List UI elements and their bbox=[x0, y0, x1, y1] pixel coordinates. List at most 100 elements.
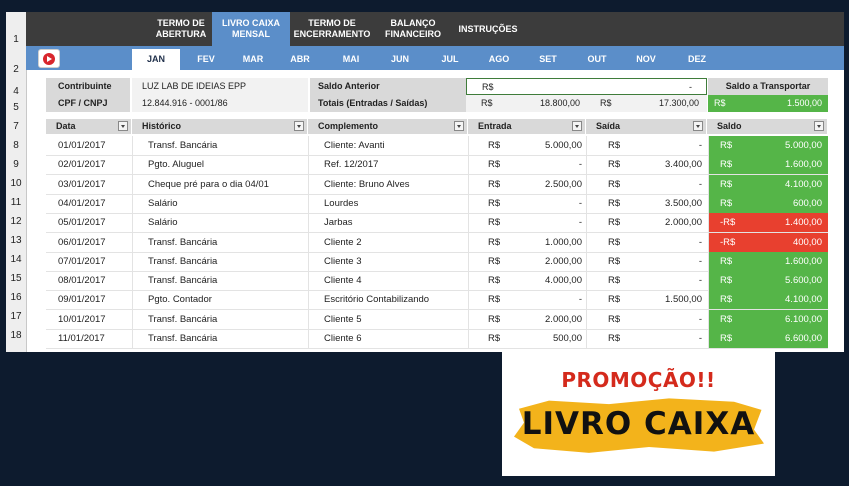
grid-line bbox=[586, 290, 587, 310]
saldo-value: 1.400,00 bbox=[785, 217, 822, 229]
cell-data: 10/01/2017 bbox=[58, 313, 106, 325]
table-row[interactable]: 11/01/2017 Transf. Bancária Cliente 6 R$ 500… bbox=[46, 329, 828, 349]
cell-saldo: R$ 600,00 bbox=[708, 193, 828, 213]
cell-data: 07/01/2017 bbox=[58, 255, 106, 267]
table-row[interactable]: 03/01/2017 Cheque pré para o dia 04/01 Cli… bbox=[46, 174, 828, 195]
saldo-anterior-currency: R$ bbox=[482, 82, 494, 92]
grid-line bbox=[308, 174, 309, 194]
tab-month-set[interactable]: SET bbox=[528, 49, 568, 70]
grid-line bbox=[708, 193, 709, 213]
row-number: 5 bbox=[13, 102, 19, 113]
table-row[interactable]: 05/01/2017 Salário Jarbas R$ - R$ 2.000,00 -R$ 1… bbox=[46, 213, 828, 234]
grid-line bbox=[132, 251, 133, 271]
table-row[interactable]: 06/01/2017 Transf. Bancária Cliente 2 R$ 1.0… bbox=[46, 232, 828, 253]
cell-saida-currency: R$ bbox=[608, 255, 621, 267]
promo-banner[interactable]: PROMOÇÃO!! LIVRO CAIXA bbox=[502, 352, 775, 476]
grid-line bbox=[708, 213, 709, 233]
totais-label: Totais (Entradas / Saídas) bbox=[310, 95, 466, 112]
nav-termo-abertura[interactable]: TERMO DE ABERTURA bbox=[144, 12, 218, 46]
table-row[interactable]: 09/01/2017 Pgto. Contador Escritório Conta… bbox=[46, 290, 828, 311]
table-row[interactable]: 10/01/2017 Transf. Bancária Cliente 5 R$ 2.0… bbox=[46, 309, 828, 330]
tab-month-mar[interactable]: MAR bbox=[233, 49, 273, 70]
row-number: 17 bbox=[10, 311, 22, 322]
saldo-currency: -R$ bbox=[720, 236, 736, 248]
saldo-currency: R$ bbox=[720, 178, 733, 190]
header-complemento: Complemento bbox=[308, 119, 468, 134]
cell-saida-currency: R$ bbox=[608, 159, 621, 171]
saldo-value: 4.100,00 bbox=[785, 294, 822, 306]
tab-month-out[interactable]: OUT bbox=[577, 49, 617, 70]
grid-line bbox=[708, 174, 709, 194]
nav-livro-caixa-mensal[interactable]: LIVRO CAIXA MENSAL bbox=[212, 12, 290, 46]
dropdown-filter-icon[interactable] bbox=[572, 121, 582, 131]
saldo-currency: R$ bbox=[720, 313, 733, 325]
cell-historico: Transf. Bancária bbox=[148, 333, 218, 344]
grid-line bbox=[308, 193, 309, 213]
dropdown-filter-icon[interactable] bbox=[693, 121, 703, 131]
grid-line bbox=[586, 155, 587, 175]
tab-month-nov[interactable]: NOV bbox=[626, 49, 666, 70]
grid-line bbox=[468, 271, 469, 291]
nav-balanco-financeiro[interactable]: BALANÇO FINANCEIRO bbox=[378, 12, 448, 46]
header-saida: Saída bbox=[586, 119, 707, 134]
grid-line bbox=[308, 290, 309, 310]
tab-month-ago[interactable]: AGO bbox=[479, 49, 519, 70]
cell-saida-currency: R$ bbox=[608, 217, 621, 229]
cell-complemento: Lourdes bbox=[324, 197, 359, 209]
cell-entrada-currency: R$ bbox=[488, 217, 501, 229]
cell-historico: Transf. Bancária bbox=[148, 255, 218, 267]
grid-line bbox=[708, 251, 709, 271]
tab-month-jan[interactable]: JAN bbox=[132, 49, 180, 70]
tab-month-jul[interactable]: JUL bbox=[430, 49, 470, 70]
tab-month-mai[interactable]: MAI bbox=[331, 49, 371, 70]
table-row[interactable]: 07/01/2017 Transf. Bancária Cliente 3 R$ 2.0… bbox=[46, 251, 828, 272]
cell-complemento: Cliente: Avanti bbox=[324, 140, 385, 151]
dropdown-filter-icon[interactable] bbox=[454, 121, 464, 131]
cell-saida: 3.400,00 bbox=[665, 159, 702, 171]
promo-top-text: PROMOÇÃO!! bbox=[561, 368, 716, 392]
row-number: 12 bbox=[10, 216, 22, 227]
grid-line bbox=[132, 329, 133, 348]
saldo-transportar-cell: R$ 1.500,00 bbox=[708, 95, 828, 112]
grid-line bbox=[308, 309, 309, 329]
youtube-play-icon[interactable] bbox=[38, 49, 60, 68]
saldo-anterior-value: - bbox=[689, 82, 692, 92]
table-row[interactable]: 02/01/2017 Pgto. Aluguel Ref. 12/2017 R$ - R$… bbox=[46, 155, 828, 176]
header-saldo: Saldo bbox=[707, 119, 828, 134]
header-historico: Histórico bbox=[132, 119, 308, 134]
totais-entradas-cell: R$ 18.800,00 bbox=[466, 95, 586, 112]
cell-entrada-currency: R$ bbox=[488, 178, 501, 190]
top-navigation: TERMO DE ABERTURA LIVRO CAIXA MENSAL TER… bbox=[26, 12, 844, 46]
dropdown-filter-icon[interactable] bbox=[118, 121, 128, 131]
tab-month-jun[interactable]: JUN bbox=[380, 49, 420, 70]
totais-currency-entradas: R$ bbox=[481, 98, 493, 108]
table-row[interactable]: 04/01/2017 Salário Lourdes R$ - R$ 3.500,00 R$ 6… bbox=[46, 193, 828, 214]
saldo-anterior-input[interactable]: R$ - bbox=[466, 78, 707, 95]
row-number-column: 1 2 4 5 7 8 9 10 11 12 13 14 15 16 17 18 bbox=[6, 12, 27, 352]
dropdown-filter-icon[interactable] bbox=[294, 121, 304, 131]
dropdown-filter-icon[interactable] bbox=[814, 121, 824, 131]
table-row[interactable]: 08/01/2017 Transf. Bancária Cliente 4 R$ 4.0… bbox=[46, 271, 828, 292]
grid-line bbox=[132, 232, 133, 252]
tab-month-fev[interactable]: FEV bbox=[186, 49, 226, 70]
cell-entrada-currency: R$ bbox=[488, 313, 501, 325]
grid-line bbox=[308, 155, 309, 175]
header-data-label: Data bbox=[56, 121, 76, 131]
cell-saldo: -R$ 400,00 bbox=[708, 232, 828, 252]
grid-line bbox=[308, 271, 309, 291]
grid-line bbox=[308, 136, 309, 155]
grid-line bbox=[132, 155, 133, 175]
tab-month-dez[interactable]: DEZ bbox=[677, 49, 717, 70]
cell-saida: - bbox=[698, 178, 702, 190]
nav-termo-encerramento[interactable]: TERMO DE ENCERRAMENTO bbox=[290, 12, 374, 46]
nav-instrucoes[interactable]: INSTRUÇÕES bbox=[452, 12, 524, 46]
cell-saida: - bbox=[698, 255, 702, 267]
table-row[interactable]: 01/01/2017 Transf. Bancária Cliente: Avant… bbox=[46, 136, 828, 156]
cell-entrada: 2.000,00 bbox=[545, 255, 582, 267]
cell-saida-currency: R$ bbox=[608, 197, 621, 209]
totais-entradas: 18.800,00 bbox=[539, 98, 580, 108]
tab-month-abr[interactable]: ABR bbox=[280, 49, 320, 70]
header-historico-label: Histórico bbox=[142, 121, 182, 131]
cell-complemento: Escritório Contabilizando bbox=[324, 294, 430, 306]
header-data: Data bbox=[46, 119, 132, 134]
